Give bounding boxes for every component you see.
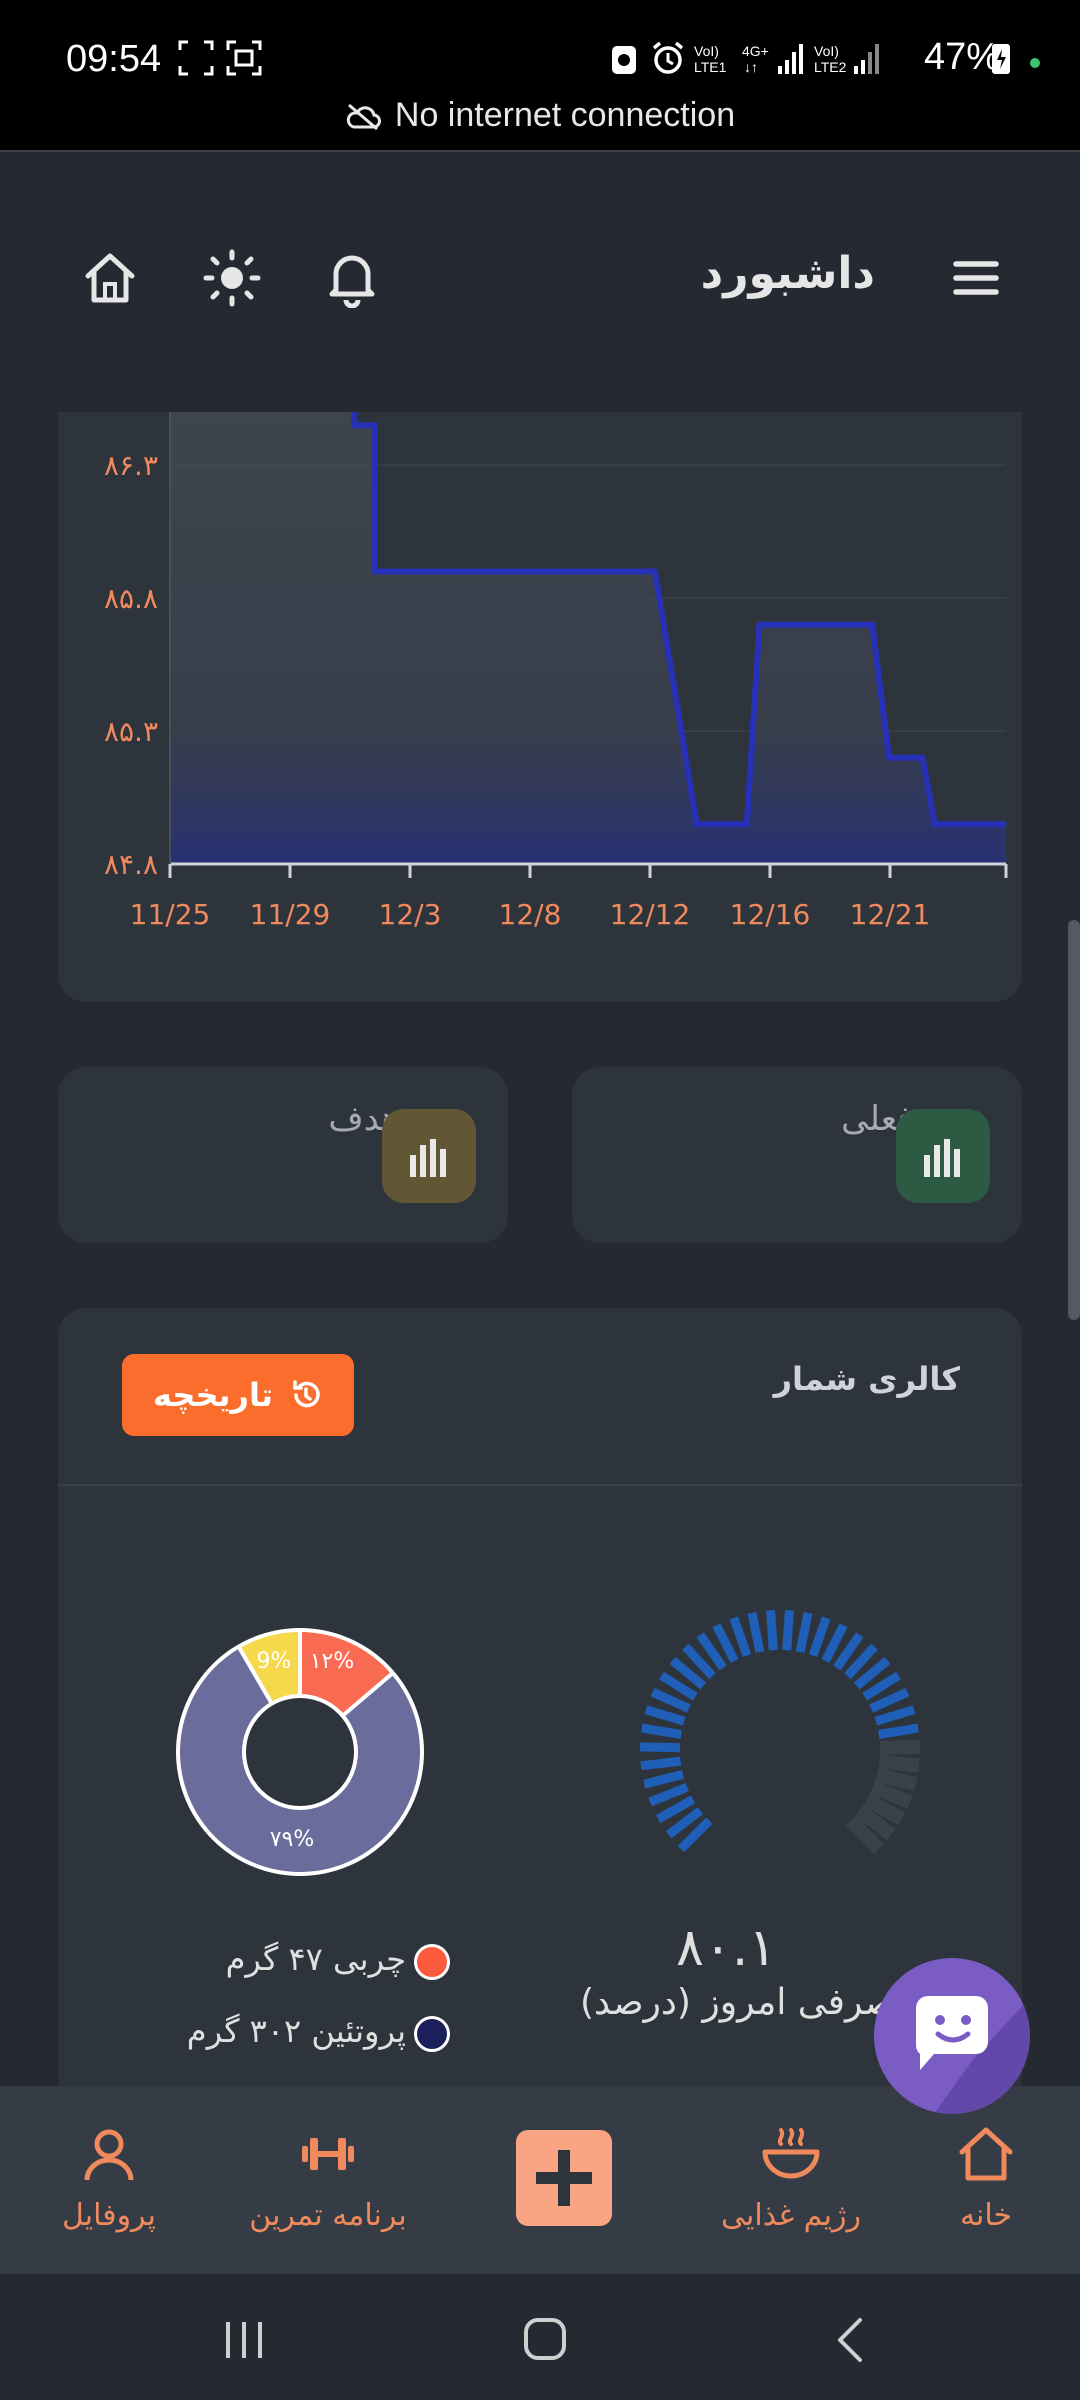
gauge-segment-empty bbox=[875, 1767, 918, 1791]
screenshot-frame-icon bbox=[178, 40, 214, 76]
alarm-icon bbox=[652, 41, 684, 74]
page-title: داشبورد bbox=[700, 248, 875, 299]
gauge-segment-filled bbox=[795, 1611, 813, 1653]
plus-icon bbox=[536, 2150, 592, 2206]
nav-diet[interactable]: رژیم غذایی bbox=[716, 2124, 866, 2233]
battery-charging-icon bbox=[992, 44, 1010, 74]
weight-chart[interactable]: ۸۴.۸ ۸۵.۳ ۸۵.۸ ۸۶.۳ 11/25 11/29 12/3 12/8 12/12… bbox=[58, 412, 1022, 1002]
scrollbar-thumb[interactable] bbox=[1068, 920, 1080, 1320]
nav-workout[interactable]: برنامه تمرین bbox=[248, 2124, 408, 2233]
x-tick-label: 12/12 bbox=[610, 898, 691, 931]
legend-label-protein: پروتئین ۳۰۲ گرم bbox=[186, 2012, 406, 2050]
add-button[interactable] bbox=[516, 2130, 612, 2226]
chat-support-button[interactable] bbox=[874, 1958, 1030, 2114]
svg-text:VoI): VoI) bbox=[814, 43, 839, 59]
gauge-segment-filled bbox=[648, 1783, 689, 1807]
gauge-segment-filled bbox=[639, 1742, 681, 1753]
battery-percentage: 47% bbox=[923, 36, 1000, 78]
notification-app-icon bbox=[612, 46, 636, 74]
cloud-off-icon bbox=[346, 103, 381, 131]
nav-workout-label: برنامه تمرین bbox=[249, 2198, 407, 2233]
system-navigation-bar bbox=[0, 2274, 1080, 2400]
x-tick-label: 11/25 bbox=[130, 898, 211, 931]
back-system-icon[interactable] bbox=[830, 2316, 870, 2364]
legend-dot-protein bbox=[414, 2016, 450, 2052]
y-tick-label: ۸۵.۸ bbox=[104, 582, 158, 615]
notifications-bell-icon[interactable] bbox=[322, 248, 382, 308]
weight-area-fill bbox=[170, 412, 1006, 864]
network-notice-text: No internet connection bbox=[394, 96, 736, 134]
svg-text:↓↑: ↓↑ bbox=[744, 59, 758, 75]
x-tick-label: 12/21 bbox=[850, 898, 931, 931]
calorie-card-divider bbox=[58, 1484, 1022, 1486]
nav-home-label: خانه bbox=[959, 2198, 1013, 2233]
theme-toggle-sun-icon[interactable] bbox=[202, 248, 262, 308]
history-button-label: تاریخچه bbox=[153, 1376, 273, 1414]
nav-home-icon bbox=[959, 2127, 1013, 2181]
screen-capture-icon bbox=[226, 40, 262, 76]
gauge-segment-empty bbox=[879, 1739, 921, 1755]
gauge-segment-filled bbox=[729, 1616, 752, 1658]
nav-profile[interactable]: پروفایل bbox=[54, 2124, 164, 2233]
gauge-segment-empty bbox=[878, 1754, 920, 1773]
x-tick-label: 12/8 bbox=[499, 898, 562, 931]
cellular-signal-icon: VoI) LTE1 4G+ ↓↑ VoI) LTE2 bbox=[694, 43, 879, 75]
nav-profile-user-icon bbox=[84, 2129, 134, 2181]
donut-hole bbox=[242, 1694, 358, 1810]
history-button[interactable]: تاریخچه bbox=[122, 1354, 354, 1436]
svg-text:4G+: 4G+ bbox=[742, 43, 769, 59]
gauge-segment-filled bbox=[643, 1770, 685, 1789]
y-tick-label: ۸۵.۳ bbox=[104, 715, 158, 748]
gauge-segment-filled bbox=[766, 1609, 778, 1651]
svg-text:VoI): VoI) bbox=[694, 43, 719, 59]
y-tick-label: ۸۶.۳ bbox=[104, 449, 158, 482]
calorie-card-title: کالری شمار bbox=[773, 1360, 960, 1398]
x-tick-label: 12/3 bbox=[379, 898, 442, 931]
macro-donut-chart: ۱۲% 9% ۷۹% bbox=[176, 1628, 424, 1876]
y-tick-label: ۸۴.۸ bbox=[104, 848, 158, 881]
x-tick-label: 11/29 bbox=[250, 898, 331, 931]
svg-text:LTE2: LTE2 bbox=[814, 59, 847, 75]
gauge-segment-filled bbox=[878, 1723, 920, 1739]
network-notice: No internet connection bbox=[0, 96, 1080, 135]
x-tick-label: 12/16 bbox=[730, 898, 811, 931]
recent-apps-icon[interactable] bbox=[222, 2318, 266, 2362]
svg-text:LTE1: LTE1 bbox=[694, 59, 727, 75]
gauge-segment-filled bbox=[874, 1705, 916, 1726]
legend-dot-fat bbox=[414, 1944, 450, 1980]
target-weight-chart-icon bbox=[382, 1109, 476, 1203]
current-weight-card[interactable]: وزن فعلی ۸۵ bbox=[572, 1067, 1022, 1243]
home-system-icon[interactable] bbox=[522, 2316, 568, 2362]
nav-diet-label: رژیم غذایی bbox=[721, 2198, 861, 2233]
gauge-segment-filled bbox=[644, 1705, 686, 1726]
donut-label-fat: ۱۲% bbox=[310, 1649, 355, 1674]
gauge-segment-filled bbox=[782, 1609, 794, 1651]
privacy-dot bbox=[1030, 58, 1040, 68]
nav-diet-bowl-icon bbox=[762, 2128, 820, 2179]
chat-bubble-icon bbox=[916, 1996, 1030, 2114]
history-clock-icon bbox=[293, 1380, 320, 1408]
home-icon[interactable] bbox=[80, 248, 140, 308]
nav-profile-label: پروفایل bbox=[62, 2198, 156, 2233]
gauge-value: ۸۰.۱ bbox=[676, 1918, 777, 1978]
donut-label-protein: ۷۹% bbox=[270, 1827, 315, 1852]
weight-chart-card: ۸۴.۸ ۸۵.۳ ۸۵.۸ ۸۶.۳ 11/25 11/29 12/3 12/8 12/12… bbox=[58, 412, 1022, 1002]
gauge-label: مصرفی امروز (درصد) bbox=[580, 1982, 916, 2023]
status-bar-divider bbox=[0, 150, 1080, 152]
nav-dumbbell-icon bbox=[302, 2138, 354, 2170]
target-weight-card[interactable]: وزن هدف ۶۵ bbox=[58, 1067, 508, 1243]
calorie-gauge bbox=[639, 1609, 921, 1854]
gauge-segment-filled bbox=[747, 1611, 765, 1653]
nav-home[interactable]: خانه bbox=[946, 2124, 1026, 2233]
gauge-segment-filled bbox=[808, 1616, 831, 1658]
gauge-segment-filled bbox=[640, 1723, 682, 1739]
gauge-segment-filled bbox=[640, 1756, 682, 1771]
donut-label-carb: 9% bbox=[257, 1649, 292, 1674]
status-time: 09:54 bbox=[66, 38, 162, 80]
legend-label-fat: چربی ۴۷ گرم bbox=[225, 1940, 406, 1978]
menu-hamburger-icon[interactable] bbox=[946, 248, 1006, 308]
current-weight-chart-icon bbox=[896, 1109, 990, 1203]
status-bar: 09:54 VoI) LTE1 4G+ ↓↑ VoI) LTE2 47% No bbox=[0, 0, 1080, 150]
